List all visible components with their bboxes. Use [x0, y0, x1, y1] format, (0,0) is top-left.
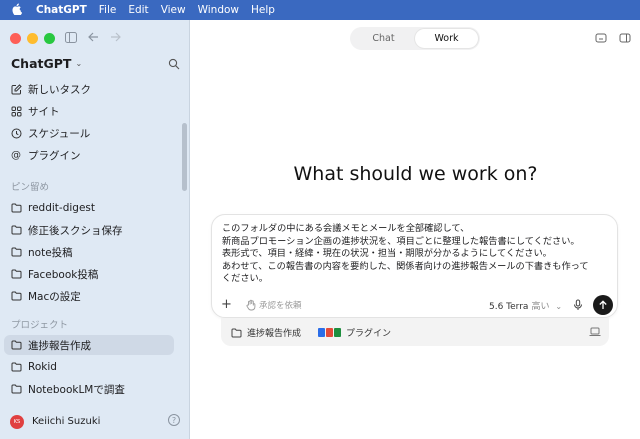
sidebar-item-label: スケジュール: [28, 127, 91, 140]
folder-icon: [10, 246, 22, 258]
sidebar-item-label: Rokid: [28, 361, 57, 373]
menu-app-name[interactable]: ChatGPT: [36, 4, 87, 16]
projects-section-header: プロジェクト: [11, 320, 69, 331]
prompt-line: あわせて、この報告書の内容を要約した、関係者向けの進捗報告メールの下書きも作って: [222, 260, 589, 272]
sidebar-item-label: reddit-digest: [28, 202, 95, 214]
compose-icon: [10, 83, 22, 95]
folder-icon: [10, 268, 22, 280]
tab-chat[interactable]: Chat: [352, 29, 415, 48]
folder-icon: [10, 202, 22, 214]
laptop-icon[interactable]: [589, 327, 601, 337]
menu-edit[interactable]: Edit: [128, 4, 148, 16]
prompt-composer[interactable]: このフォルダの中にある会議メモとメールを全部確認して、 新商品プロモーション企画…: [211, 214, 618, 318]
approval-mode-label[interactable]: 承認を依頼: [259, 299, 302, 311]
folder-icon: [10, 361, 22, 373]
model-selector[interactable]: 5.6 Terra 高い ⌄: [489, 299, 562, 312]
pinned-item-screenshot-save[interactable]: 修正後スクショ保存: [4, 220, 174, 240]
send-button[interactable]: [593, 295, 613, 315]
plugin-logos-icon: [318, 328, 341, 337]
sidebar-scrollbar[interactable]: [182, 123, 187, 191]
forward-arrow-icon[interactable]: [108, 30, 122, 44]
prompt-line: ください。: [222, 273, 268, 285]
sidebar-item-label: プラグイン: [28, 149, 81, 162]
project-folder-label: 進捗報告作成: [247, 329, 302, 339]
prompt-line: 新商品プロモーション企画の進捗状況を、項目ごとに整理した報告書にしてください。: [222, 235, 580, 247]
plugins-label: プラグイン: [346, 329, 392, 339]
pinned-item-mac-settings[interactable]: Macの設定: [4, 286, 174, 306]
project-folder-chip[interactable]: 進捗報告作成: [231, 326, 301, 339]
pinned-item-reddit-digest[interactable]: reddit-digest: [4, 198, 174, 218]
back-arrow-icon[interactable]: [86, 30, 100, 44]
prompt-line: このフォルダの中にある会議メモとメールを全部確認して、: [222, 223, 470, 234]
search-icon[interactable]: [168, 58, 180, 70]
menu-file[interactable]: File: [99, 4, 117, 16]
apple-icon[interactable]: [6, 3, 28, 18]
sidebar-item-label: Facebook投稿: [28, 268, 99, 281]
folder-icon: [10, 339, 22, 351]
project-item-notebooklm[interactable]: NotebookLMで調査: [4, 379, 174, 399]
menu-bar: ChatGPT File Edit View Window Help: [0, 0, 640, 20]
sidebar-item-label: Macの設定: [28, 290, 81, 303]
minimize-window-button[interactable]: [27, 33, 38, 44]
sites-icon: [10, 105, 22, 117]
sidebar-item-new-task[interactable]: 新しいタスク: [4, 79, 174, 99]
at-icon: @: [11, 149, 21, 161]
avatar: KS: [10, 414, 24, 429]
folder-icon: [231, 328, 242, 337]
add-attachment-icon[interactable]: +: [221, 297, 232, 312]
tab-work[interactable]: Work: [415, 29, 478, 48]
chat-window-icon[interactable]: [595, 32, 607, 44]
sidebar-item-label: サイト: [28, 105, 60, 118]
hand-icon[interactable]: [245, 299, 257, 311]
reasoning-level: 高い: [531, 302, 550, 312]
menu-help[interactable]: Help: [251, 4, 275, 16]
menu-window[interactable]: Window: [198, 4, 239, 16]
close-window-button[interactable]: [10, 33, 21, 44]
sidebar-item-plugins[interactable]: @ プラグイン: [4, 145, 174, 165]
folder-icon: [10, 290, 22, 302]
sidebar-item-sites[interactable]: サイト: [4, 101, 174, 121]
sidebar-item-label: 進捗報告作成: [28, 339, 91, 352]
menu-view[interactable]: View: [161, 4, 186, 16]
panel-toggle-icon[interactable]: [619, 32, 631, 44]
mode-switcher: Chat Work: [350, 27, 480, 50]
model-name: 5.6 Terra: [489, 302, 529, 312]
help-icon[interactable]: ?: [168, 414, 180, 426]
sidebar: ChatGPT ⌄ 新しいタスク サイト スケジュール @ プラグイン ピン留め…: [0, 20, 190, 439]
zoom-window-button[interactable]: [44, 33, 55, 44]
pinned-section-header: ピン留め: [11, 182, 50, 193]
microphone-icon[interactable]: [572, 299, 584, 311]
main-panel: Chat Work What should we work on? このフォルダ…: [191, 20, 640, 439]
chevron-down-icon: ⌄: [555, 302, 563, 311]
sidebar-item-label: 修正後スクショ保存: [28, 224, 123, 237]
sidebar-toggle-icon[interactable]: [64, 30, 78, 44]
chevron-down-icon: ⌄: [75, 59, 83, 68]
window-controls: [10, 33, 55, 44]
clock-icon: [10, 127, 22, 139]
prompt-line: 表形式で、項目・経緯・現在の状況・担当・期限が分かるようにしてください。: [222, 248, 552, 260]
folder-icon: [10, 383, 22, 395]
sidebar-item-label: NotebookLMで調査: [28, 383, 125, 396]
project-item-progress-report[interactable]: 進捗報告作成: [4, 335, 174, 355]
sidebar-item-label: note投稿: [28, 246, 73, 259]
page-title: What should we work on?: [293, 163, 538, 185]
pinned-item-facebook-post[interactable]: Facebook投稿: [4, 264, 174, 284]
folder-icon: [10, 224, 22, 236]
project-item-rokid[interactable]: Rokid: [4, 357, 174, 377]
pinned-item-note-post[interactable]: note投稿: [4, 242, 174, 262]
context-tray: 進捗報告作成 プラグイン: [221, 318, 609, 346]
user-name: Keiichi Suzuki: [32, 416, 101, 427]
sidebar-item-schedule[interactable]: スケジュール: [4, 123, 174, 143]
sidebar-item-label: 新しいタスク: [28, 83, 91, 96]
user-account[interactable]: KS Keiichi Suzuki: [0, 404, 190, 439]
sidebar-app-title-label: ChatGPT: [11, 56, 72, 71]
arrow-up-icon: [599, 300, 607, 309]
sidebar-app-title[interactable]: ChatGPT ⌄: [11, 56, 82, 71]
prompt-input[interactable]: このフォルダの中にある会議メモとメールを全部確認して、 新商品プロモーション企画…: [222, 223, 612, 286]
plugins-chip[interactable]: プラグイン: [318, 326, 391, 339]
